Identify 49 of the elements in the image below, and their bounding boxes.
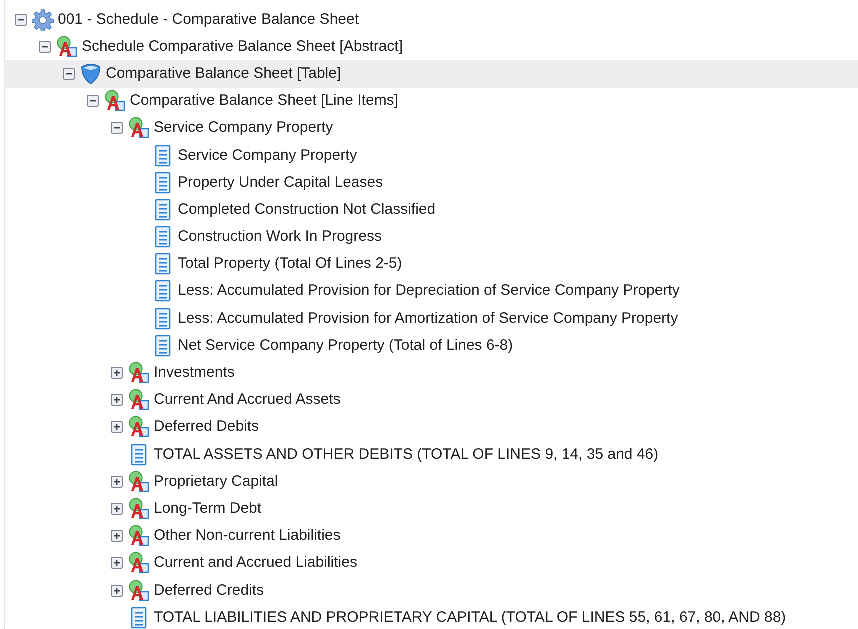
abstract-concept-icon <box>104 90 126 112</box>
abstract-concept-icon <box>128 525 150 548</box>
tree-item-label[interactable]: Total Property (Total Of Lines 2-5) <box>178 255 402 274</box>
tree-item-label[interactable]: Net Service Company Property (Total of Lines 6-8) <box>178 336 514 355</box>
tree-item-label[interactable]: TOTAL LIABILITIES AND PROPRIETARY CAPITAL (TOTAL OF LINES 55, 61, 67, 80, AND 88) <box>154 608 786 627</box>
tree-item-label[interactable]: Other Non-current Liabilities <box>154 527 341 546</box>
tree-item-label[interactable]: Service Company Property <box>178 146 358 165</box>
gear-icon <box>32 8 54 31</box>
abstract-concept-icon <box>56 36 78 58</box>
expand-toggle-icon[interactable] <box>111 502 123 515</box>
abstract-concept-icon <box>128 362 150 384</box>
abstract-concept-icon <box>128 416 150 438</box>
tree-item-label[interactable]: Completed Construction Not Classified <box>178 200 436 219</box>
abstract-concept-icon <box>128 389 150 412</box>
tree-item-label[interactable]: Comparative Balance Sheet [Table] <box>106 64 342 83</box>
tree-item-label[interactable]: Less: Accumulated Provision for Amortization of Service Company Property <box>178 310 678 328</box>
tree-item-label[interactable]: Current And Accrued Assets <box>154 391 341 410</box>
tree-item-label[interactable]: Deferred Debits <box>154 418 260 436</box>
abstract-concept-icon <box>128 552 150 574</box>
collapse-toggle-icon[interactable] <box>39 40 51 53</box>
collapse-toggle-icon[interactable] <box>15 14 27 26</box>
expand-toggle-icon[interactable] <box>111 394 123 406</box>
abstract-concept-icon <box>128 470 150 493</box>
tree-item-label[interactable]: Schedule Comparative Balance Sheet [Abstract] <box>82 38 404 56</box>
tree-item-label[interactable]: TOTAL ASSETS AND OTHER DEBITS (TOTAL OF LINES 9, 14, 35 and 46) <box>154 446 659 464</box>
tree-item-label[interactable]: Long-Term Debt <box>154 500 262 518</box>
tree-item-label[interactable]: Proprietary Capital <box>154 472 278 491</box>
tree-item-label[interactable]: Less: Accumulated Provision for Depreciation of Service Company Property <box>178 282 680 300</box>
collapse-toggle-icon[interactable] <box>63 68 75 80</box>
tree-item-label[interactable]: Property Under Capital Leases <box>178 174 384 192</box>
collapse-toggle-icon[interactable] <box>87 95 99 108</box>
collapse-toggle-icon[interactable] <box>111 122 123 134</box>
expand-toggle-icon[interactable] <box>111 584 123 597</box>
tree-item-label[interactable]: Current and Accrued Liabilities <box>154 554 358 572</box>
expand-toggle-icon[interactable] <box>111 367 123 380</box>
abstract-concept-icon <box>128 498 150 520</box>
tree-item-label[interactable]: Construction Work In Progress <box>178 228 382 246</box>
tree-item-label[interactable]: Deferred Credits <box>154 582 264 600</box>
expand-toggle-icon[interactable] <box>111 421 123 434</box>
tree-item-label[interactable]: 001 - Schedule - Comparative Balance Sheet <box>58 10 360 29</box>
expand-toggle-icon[interactable] <box>111 530 123 542</box>
abstract-concept-icon <box>128 117 150 140</box>
expand-toggle-icon[interactable] <box>111 476 123 488</box>
tree-item-label[interactable]: Comparative Balance Sheet [Line Items] <box>130 92 398 110</box>
tree-item-label[interactable]: Service Company Property <box>154 119 334 138</box>
expand-toggle-icon[interactable] <box>111 557 123 570</box>
tree-item-label[interactable]: Investments <box>154 364 235 382</box>
abstract-concept-icon <box>128 580 150 602</box>
shield-icon <box>80 62 102 85</box>
